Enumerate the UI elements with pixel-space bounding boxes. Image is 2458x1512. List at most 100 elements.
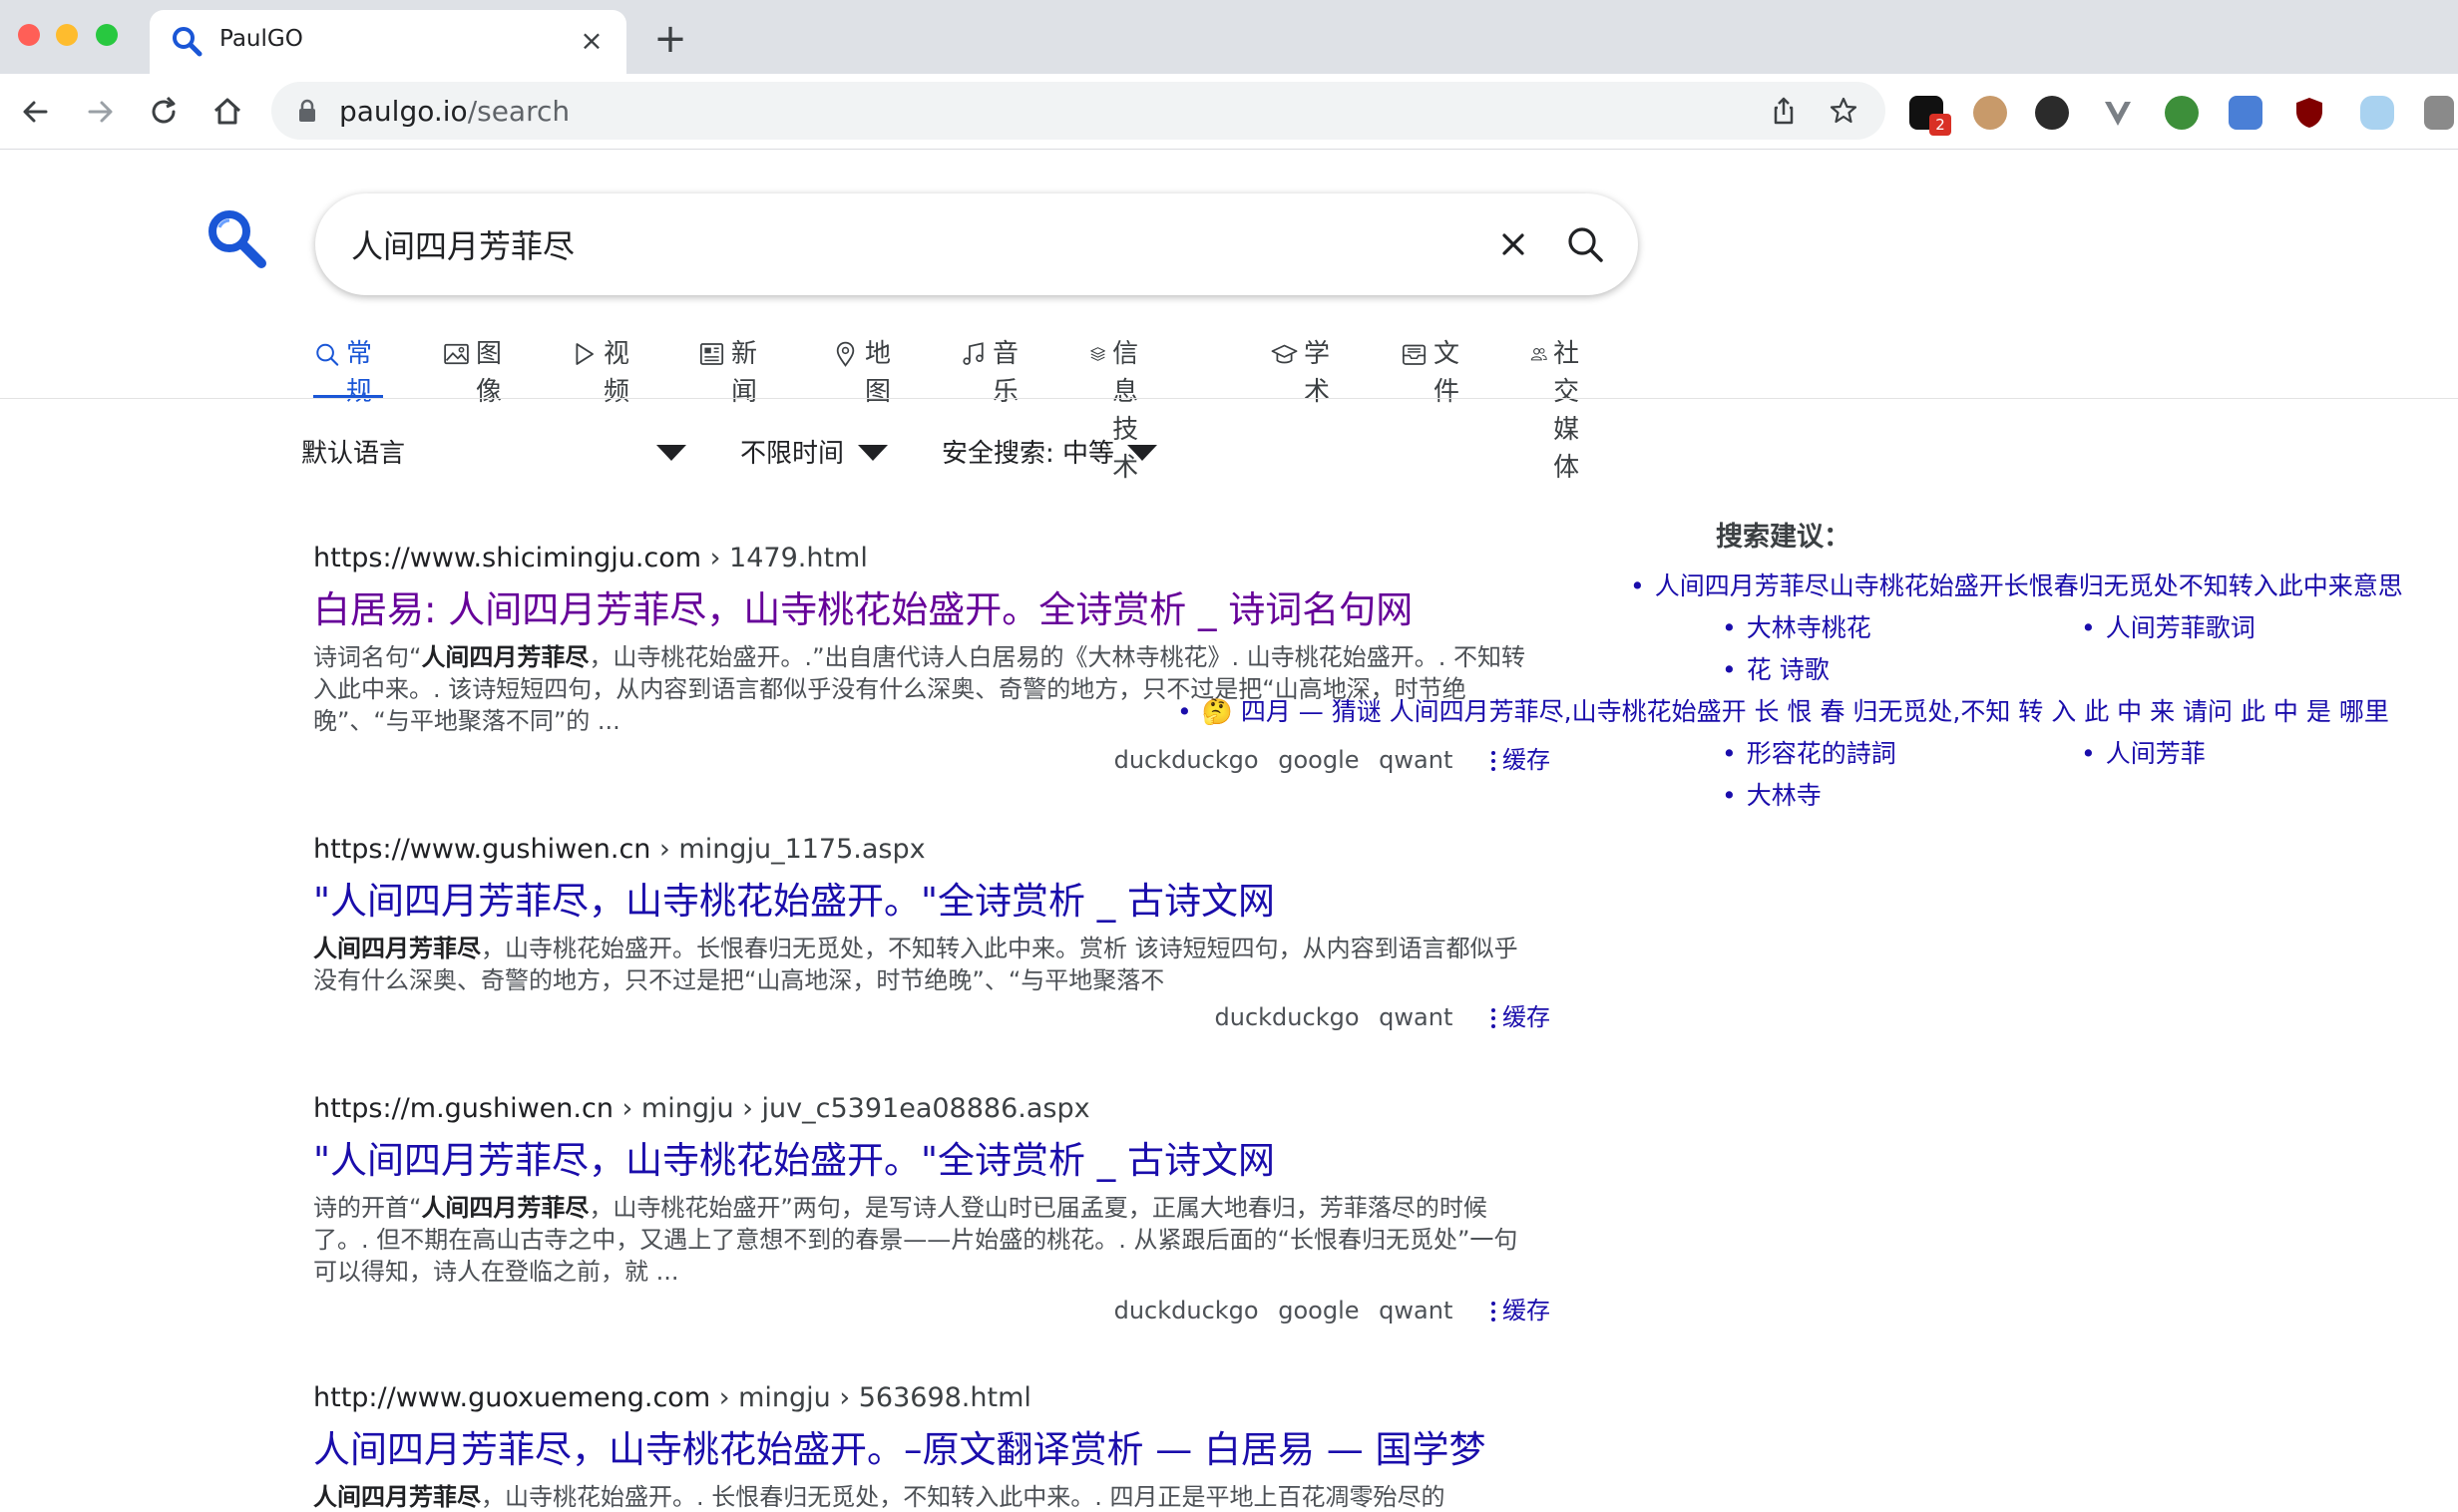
search-input[interactable] <box>351 217 1448 271</box>
result-title-link[interactable]: "人间四月芳菲尽，山寺桃花始盛开。"全诗赏析 _ 古诗文网 <box>313 1130 1550 1184</box>
play-icon <box>576 343 594 365</box>
suggestion-link[interactable]: 人间芳菲歌词 <box>2081 608 2255 644</box>
result-engines: duckduckgo google qwant 缓存 <box>1102 1291 1550 1325</box>
inbox-icon <box>1402 344 1427 365</box>
result-title-link[interactable]: 人间四月芳菲尽，山寺桃花始盛开。–原文翻译赏析 — 白居易 — 国学梦 <box>313 1419 1550 1473</box>
graduation-cap-icon <box>1271 344 1298 364</box>
browser-toolbar: paulgo.io/search 2 <box>0 74 2458 150</box>
layers-icon <box>1090 347 1105 361</box>
newspaper-icon <box>699 343 724 365</box>
suggestion-link[interactable]: 形容花的詩詞 <box>1722 734 1896 770</box>
search-result: https://www.gushiwen.cn › mingju_1175.as… <box>313 834 1550 1033</box>
time-filter[interactable]: 不限时间 <box>740 433 844 470</box>
suggestion-link[interactable]: 🤔 四月 — 猜谜 人间四月芳菲尽,山寺桃花始盛开 长 恨 春 归无觅处,不知 … <box>1177 692 2428 728</box>
engine-label: duckduckgo <box>1113 1297 1259 1324</box>
search-result: https://m.gushiwen.cn › mingju › juv_c53… <box>313 1093 1550 1332</box>
result-title-link[interactable]: 白居易: 人间四月芳菲尽，山寺桃花始盛开。全诗赏析 _ 诗词名句网 <box>313 579 1550 633</box>
tab-videos[interactable]: 视频 <box>571 335 640 407</box>
more-dots-icon <box>1491 1302 1495 1322</box>
window-maximize-button[interactable] <box>96 24 118 46</box>
suggestion-link[interactable]: 大林寺 <box>1722 776 1822 812</box>
tab-images[interactable]: 图像 <box>443 335 513 407</box>
search-result: http://www.guoxuemeng.com › mingju › 563… <box>313 1382 1550 1512</box>
image-icon <box>444 343 469 365</box>
share-icon[interactable] <box>1768 95 1800 127</box>
engine-label: duckduckgo <box>1214 1003 1360 1031</box>
engine-label: qwant <box>1379 746 1453 774</box>
safesearch-dropdown-icon[interactable] <box>1127 445 1157 461</box>
window-close-button[interactable] <box>18 24 40 46</box>
result-snippet: 人间四月芳菲尽，山寺桃花始盛开。长恨春归无觅处，不知转入此中来。赏析 该诗短短四… <box>313 935 1518 994</box>
tab-news[interactable]: 新闻 <box>698 335 768 407</box>
result-title-link[interactable]: "人间四月芳菲尽，山寺桃花始盛开。"全诗赏析 _ 古诗文网 <box>313 871 1550 925</box>
tab-social-media[interactable]: 社交媒体 <box>1530 335 1600 483</box>
clear-search-icon[interactable] <box>1494 225 1532 263</box>
result-snippet: 人间四月芳菲尽，山寺桃花始盛开。. 长恨春归无觅处，不知转入此中来。. 四月正是… <box>313 1483 1445 1511</box>
extension-translate-icon[interactable] <box>2229 96 2262 130</box>
engine-label: google <box>1278 746 1360 774</box>
back-arrow-icon[interactable] <box>16 92 56 132</box>
search-box <box>315 193 1638 295</box>
result-url[interactable]: https://www.gushiwen.cn › mingju_1175.as… <box>313 834 1550 865</box>
result-url[interactable]: https://m.gushiwen.cn › mingju › juv_c53… <box>313 1093 1550 1124</box>
people-icon <box>1530 348 1547 361</box>
search-submit-icon[interactable] <box>1564 223 1606 265</box>
search-favicon-icon <box>173 27 203 57</box>
extension-leaf-icon[interactable] <box>2165 96 2199 130</box>
engine-label: google <box>1278 1297 1360 1324</box>
suggestion-link[interactable]: 大林寺桃花 <box>1722 608 1871 644</box>
result-engines: duckduckgo google qwant 缓存 <box>1102 740 1550 775</box>
window-minimize-button[interactable] <box>56 24 78 46</box>
engine-label: qwant <box>1379 1297 1453 1324</box>
url-text[interactable]: paulgo.io/search <box>339 95 570 128</box>
result-url[interactable]: http://www.guoxuemeng.com › mingju › 563… <box>313 1382 1550 1413</box>
time-dropdown-icon[interactable] <box>858 445 888 461</box>
engine-label: qwant <box>1379 1003 1453 1031</box>
extension-puzzle-icon[interactable] <box>2424 96 2454 130</box>
extension-dark-reader-icon[interactable] <box>2035 96 2069 130</box>
tab-music[interactable]: 音乐 <box>960 335 1029 407</box>
tab-close-icon[interactable]: × <box>575 24 609 58</box>
address-bar[interactable]: paulgo.io/search <box>271 82 1885 140</box>
tab-it[interactable]: 信息技术 <box>1089 335 1159 483</box>
safesearch-filter[interactable]: 安全搜索: 中等 <box>942 433 1114 470</box>
extension-vimium-icon[interactable] <box>2101 96 2135 130</box>
extension-badge: 2 <box>1929 114 1951 136</box>
tab-general[interactable]: 常规 <box>313 335 384 407</box>
engine-label: duckduckgo <box>1113 746 1259 774</box>
suggestion-link[interactable]: 人间四月芳菲尽山寺桃花始盛开长恨春归无觅处不知转入此中来意思 <box>1630 567 2403 602</box>
paulgo-logo-icon[interactable] <box>204 205 269 271</box>
forward-arrow-icon[interactable] <box>80 92 120 132</box>
result-url[interactable]: https://www.shicimingju.com › 1479.html <box>313 543 1550 573</box>
category-divider <box>0 398 2458 399</box>
search-result: https://www.shicimingju.com › 1479.html … <box>313 543 1550 782</box>
extension-ublock-shield-icon[interactable] <box>2292 96 2326 130</box>
cache-link[interactable]: 缓存 <box>1490 1003 1550 1031</box>
result-snippet: 诗的开首“人间四月芳菲尽，山寺桃花始盛开”两句，是写诗人登山时已届孟夏，正属大地… <box>313 1194 1518 1286</box>
tab-files[interactable]: 文件 <box>1401 335 1470 407</box>
reload-icon[interactable] <box>144 92 184 132</box>
map-pin-icon <box>836 341 855 367</box>
more-dots-icon <box>1491 751 1495 771</box>
music-icon <box>963 342 984 365</box>
tab-title: PaulGO <box>219 26 303 52</box>
suggestion-link[interactable]: 花 诗歌 <box>1722 650 1830 686</box>
browser-tab-bar: PaulGO × + <box>0 0 2458 74</box>
bookmark-star-icon[interactable] <box>1828 95 1859 127</box>
cache-link[interactable]: 缓存 <box>1490 1297 1550 1324</box>
browser-tab-active[interactable]: PaulGO × <box>150 10 626 74</box>
more-dots-icon <box>1491 1008 1495 1028</box>
language-filter[interactable]: 默认语言 <box>301 433 405 470</box>
suggestions-title: 搜索建议： <box>1716 522 1850 553</box>
extension-owl-icon[interactable] <box>1973 96 2007 130</box>
tab-science[interactable]: 学术 <box>1271 335 1341 407</box>
language-dropdown-icon[interactable] <box>656 445 686 461</box>
suggestion-link[interactable]: 人间芳菲 <box>2081 734 2206 770</box>
result-engines: duckduckgo qwant 缓存 <box>1203 997 1550 1032</box>
cache-link[interactable]: 缓存 <box>1490 746 1550 774</box>
home-icon[interactable] <box>207 92 247 132</box>
tab-maps[interactable]: 地图 <box>832 335 902 407</box>
new-tab-icon[interactable]: + <box>650 19 690 60</box>
search-icon <box>316 343 339 366</box>
extension-cloud-icon[interactable] <box>2360 96 2394 130</box>
